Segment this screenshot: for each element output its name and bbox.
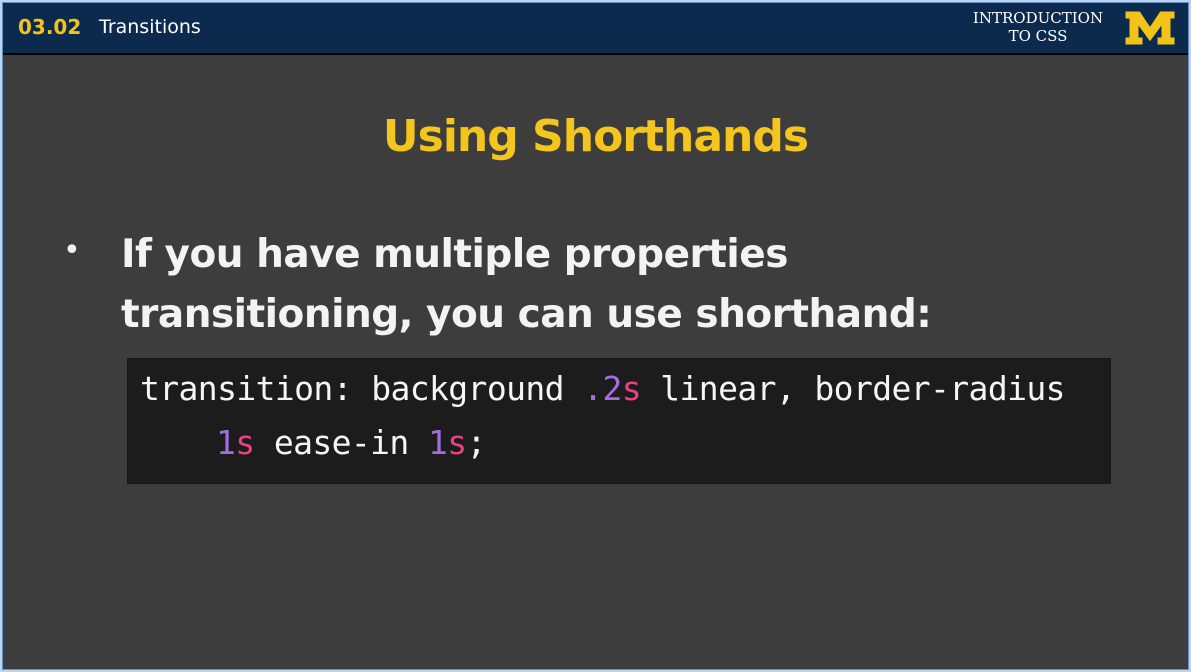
lesson-title: Transitions (99, 16, 201, 38)
slide-frame: 03.02 Transitions INTRODUCTION TO CSS Us… (2, 2, 1189, 670)
code-text: ease-in (254, 423, 428, 462)
course-name-line2: TO CSS (1008, 27, 1068, 45)
header-bar: 03.02 Transitions INTRODUCTION TO CSS (3, 3, 1188, 55)
course-name-line1: INTRODUCTION (972, 9, 1104, 27)
block-m-logo-icon (1124, 10, 1176, 46)
code-unit: s (621, 369, 642, 408)
code-block: transition: background .2s linear, borde… (127, 358, 1111, 484)
code-number: .2 (583, 369, 622, 408)
code-unit: s (235, 423, 255, 462)
code-number: 1 (216, 423, 236, 462)
course-code: 03.02 (18, 15, 82, 39)
bullet-text: If you have multiple properties transiti… (121, 225, 1021, 345)
code-line-1: transition: background .2s linear, borde… (140, 369, 1065, 408)
code-number: 1 (427, 423, 448, 462)
code-line-2: 1s ease-in 1s; (216, 423, 486, 462)
code-text: linear, border-radius (641, 369, 1065, 408)
slide-title: Using Shorthands (382, 111, 809, 162)
code-text: ; (466, 423, 487, 462)
code-unit: s (447, 423, 467, 462)
bullet-line-1: If you have multiple properties (121, 232, 788, 277)
bullet-icon: • (63, 233, 81, 268)
code-text: transition: background (140, 369, 584, 408)
course-name: INTRODUCTION TO CSS (963, 9, 1113, 45)
bullet-line-2: transitioning, you can use shorthand: (121, 292, 932, 337)
